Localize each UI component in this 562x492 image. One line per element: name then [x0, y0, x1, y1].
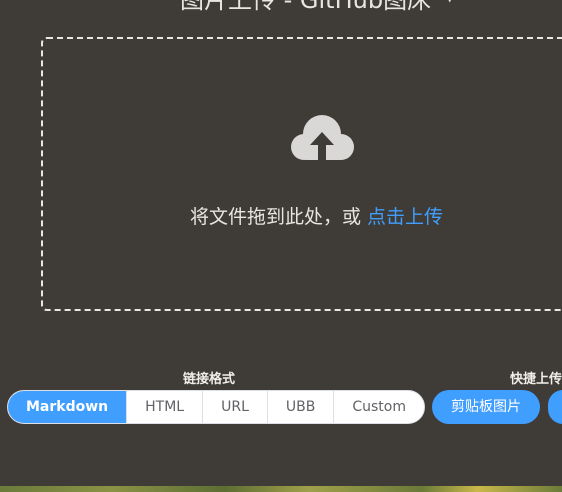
- quick-upload-label: 快捷上传: [510, 372, 562, 387]
- format-option-html[interactable]: HTML: [127, 391, 204, 423]
- upload-dropzone[interactable]: [41, 37, 562, 311]
- quick-upload-extra-button[interactable]: [548, 390, 562, 424]
- format-option-custom[interactable]: Custom: [334, 391, 424, 423]
- link-format-selector: Markdown HTML URL UBB Custom: [7, 390, 425, 424]
- cloud-upload-icon: [285, 113, 359, 169]
- format-option-url[interactable]: URL: [203, 391, 268, 423]
- chevron-down-icon[interactable]: ▼: [445, 0, 454, 4]
- format-option-markdown[interactable]: Markdown: [8, 391, 128, 423]
- dropzone-prompt-text: 将文件拖到此处，或: [190, 206, 362, 228]
- background-image-strip: [0, 486, 562, 492]
- link-format-label: 链接格式: [183, 372, 236, 387]
- upload-page: 图片上传 - GitHub图床 ▼ 将文件拖到此处，或点击上传 链接格式 Mar…: [0, 0, 562, 492]
- page-title: 图片上传 - GitHub图床 ▼: [180, 0, 454, 15]
- clipboard-image-button[interactable]: 剪贴板图片: [432, 390, 540, 424]
- dropzone-prompt: 将文件拖到此处，或 点击上传: [190, 202, 443, 229]
- page-title-text: 图片上传 - GitHub图床: [180, 0, 431, 15]
- click-upload-link[interactable]: 点击上传: [367, 206, 443, 228]
- format-option-ubb[interactable]: UBB: [268, 391, 335, 423]
